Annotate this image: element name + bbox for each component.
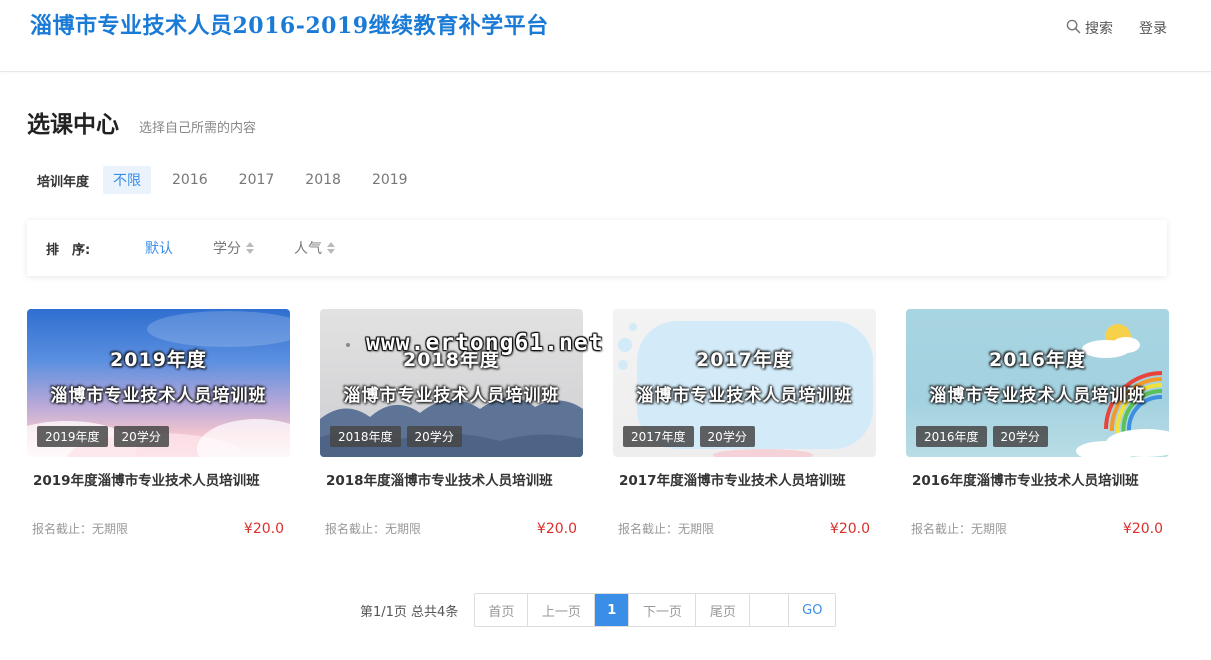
deadline-text: 报名截止：无期限 [32, 522, 129, 536]
course-title[interactable]: 2019年度淄博市专业技术人员培训班 [27, 469, 290, 489]
sort-option-popularity[interactable]: 人气 [294, 238, 335, 258]
sort-option-label: 学分 [213, 241, 241, 257]
sort-option-label: 默认 [145, 241, 173, 257]
price: ¥20.0 [536, 520, 577, 537]
banner-name: 淄博市专业技术人员培训班 [929, 386, 1146, 406]
prev-page-button[interactable]: 上一页 [528, 594, 596, 626]
next-page-button[interactable]: 下一页 [629, 594, 697, 626]
deadline-text: 报名截止：无期限 [325, 522, 422, 536]
course-title[interactable]: 2018年度淄博市专业技术人员培训班 [320, 469, 583, 489]
course-card-2017[interactable]: 2017年度 淄博市专业技术人员培训班 2017年度 20学分 2017年度淄博… [613, 309, 876, 537]
site-title[interactable]: 淄博市专业技术人员2016-2019继续教育补学平台 [30, 8, 549, 40]
sort-arrows-icon [246, 242, 254, 254]
sort-bar: 排 序: 默认 学分 人气 [27, 220, 1167, 276]
deadline-text: 报名截止：无期限 [911, 522, 1008, 536]
search-label: 搜索 [1085, 21, 1113, 37]
credit-badge: 20学分 [113, 426, 169, 447]
filter-option-all[interactable]: 不限 [103, 166, 152, 194]
sort-label: 排 序: [46, 242, 91, 258]
card-badges: 2019年度 20学分 [37, 426, 169, 447]
price: ¥20.0 [243, 520, 284, 537]
section-heading: 选课中心 选择自己所需的内容 [27, 105, 256, 139]
banner-year: 2018年度 [403, 349, 500, 371]
last-page-button[interactable]: 尾页 [696, 594, 751, 626]
filter-option-2016[interactable]: 2016 [162, 168, 218, 192]
course-title[interactable]: 2016年度淄博市专业技术人员培训班 [906, 469, 1169, 489]
course-card-2019[interactable]: 2019年度 淄博市专业技术人员培训班 2019年度 20学分 2019年度淄博… [27, 309, 290, 537]
search-icon [1066, 19, 1081, 38]
banner-year: 2016年度 [989, 349, 1086, 371]
go-button[interactable]: GO [789, 594, 835, 626]
site-header: 淄博市专业技术人员2016-2019继续教育补学平台 搜索 登录 [0, 0, 1211, 72]
year-badge: 2019年度 [37, 426, 108, 447]
course-banner[interactable]: 2016年度 淄博市专业技术人员培训班 2016年度 20学分 [906, 309, 1169, 457]
banner-name: 淄博市专业技术人员培训班 [636, 386, 853, 406]
credit-badge: 20学分 [699, 426, 755, 447]
page-subtitle: 选择自己所需的内容 [139, 121, 257, 136]
pagination: 第1/1页 总共4条 首页 上一页 1 下一页 尾页 GO [360, 593, 837, 627]
course-card-2016[interactable]: 2016年度 淄博市专业技术人员培训班 2016年度 20学分 2016年度淄博… [906, 309, 1169, 537]
sort-option-credits[interactable]: 学分 [213, 238, 254, 258]
deadline-text: 报名截止：无期限 [618, 522, 715, 536]
price: ¥20.0 [829, 520, 870, 537]
login-link[interactable]: 登录 [1139, 18, 1167, 38]
card-footer: 报名截止：无期限 ¥20.0 [320, 520, 583, 537]
course-title[interactable]: 2017年度淄博市专业技术人员培训班 [613, 469, 876, 489]
card-footer: 报名截止：无期限 ¥20.0 [27, 520, 290, 537]
filter-label: 培训年度 [37, 174, 90, 190]
page-number-current[interactable]: 1 [595, 594, 630, 626]
sort-option-label: 人气 [294, 241, 322, 257]
card-footer: 报名截止：无期限 ¥20.0 [906, 520, 1169, 537]
year-filter: 培训年度 不限 2016 2017 2018 2019 [37, 166, 429, 194]
card-badges: 2018年度 20学分 [330, 426, 462, 447]
filter-option-2017[interactable]: 2017 [229, 168, 285, 192]
price: ¥20.0 [1122, 520, 1163, 537]
page-jump-input[interactable] [750, 594, 790, 626]
year-badge: 2018年度 [330, 426, 401, 447]
search-link[interactable]: 搜索 [1066, 18, 1113, 38]
filter-option-2019[interactable]: 2019 [362, 168, 418, 192]
course-card-2018[interactable]: 2018年度 淄博市专业技术人员培训班 2018年度 20学分 2018年度淄博… [320, 309, 583, 537]
banner-name: 淄博市专业技术人员培训班 [343, 386, 560, 406]
first-page-button[interactable]: 首页 [475, 594, 529, 626]
course-list: 2019年度 淄博市专业技术人员培训班 2019年度 20学分 2019年度淄博… [27, 309, 1169, 537]
card-footer: 报名截止：无期限 ¥20.0 [613, 520, 876, 537]
year-badge: 2016年度 [916, 426, 987, 447]
banner-year: 2019年度 [110, 349, 207, 371]
banner-name: 淄博市专业技术人员培训班 [50, 386, 267, 406]
year-badge: 2017年度 [623, 426, 694, 447]
course-banner[interactable]: 2018年度 淄博市专业技术人员培训班 2018年度 20学分 [320, 309, 583, 457]
page-title: 选课中心 [27, 112, 119, 138]
banner-year: 2017年度 [696, 349, 793, 371]
card-badges: 2016年度 20学分 [916, 426, 1048, 447]
pagination-info: 第1/1页 总共4条 [360, 604, 459, 620]
course-banner[interactable]: 2017年度 淄博市专业技术人员培训班 2017年度 20学分 [613, 309, 876, 457]
card-badges: 2017年度 20学分 [623, 426, 755, 447]
sort-option-default[interactable]: 默认 [145, 238, 173, 258]
sort-arrows-icon [327, 242, 335, 254]
credit-badge: 20学分 [406, 426, 462, 447]
course-banner[interactable]: 2019年度 淄博市专业技术人员培训班 2019年度 20学分 [27, 309, 290, 457]
header-nav: 搜索 登录 [1066, 18, 1167, 38]
credit-badge: 20学分 [992, 426, 1048, 447]
filter-option-2018[interactable]: 2018 [295, 168, 351, 192]
pagination-controls: 首页 上一页 1 下一页 尾页 GO [474, 593, 837, 627]
